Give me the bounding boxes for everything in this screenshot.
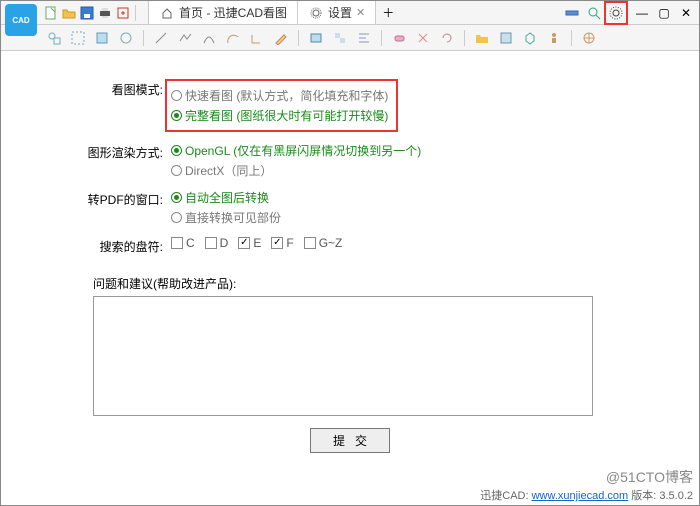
feedback-textarea[interactable]: [93, 296, 593, 416]
globe-icon[interactable]: [580, 29, 598, 47]
layer-icon[interactable]: [307, 29, 325, 47]
export-icon[interactable]: [115, 5, 131, 21]
rotate-icon[interactable]: [438, 29, 456, 47]
zoom-window-icon[interactable]: [45, 29, 63, 47]
drive-f[interactable]: F: [271, 236, 293, 250]
app-logo-icon: CAD: [5, 4, 37, 36]
eraser-icon[interactable]: [390, 29, 408, 47]
close-tab-icon[interactable]: ✕: [356, 6, 365, 19]
render-directx[interactable]: DirectX（同上）: [171, 162, 421, 179]
footer: 迅捷CAD: www.xunjiecad.com 版本: 3.5.0.2: [480, 487, 693, 503]
polyline-tool-icon[interactable]: [176, 29, 194, 47]
render-opengl[interactable]: OpenGL (仅在有黑屏闪屏情况切换到另一个): [171, 142, 421, 159]
toolbar: [1, 25, 699, 51]
tab-label: 设置: [328, 4, 352, 21]
gear-icon: [308, 5, 324, 21]
add-tab-icon[interactable]: ＋: [380, 5, 396, 21]
tab-home[interactable]: 首页 - 迅捷CAD看图: [148, 1, 298, 24]
zoom-1to1-icon[interactable]: [117, 29, 135, 47]
pdf-label: 转PDF的窗口:: [41, 189, 171, 208]
view-mode-fast[interactable]: 快速看图 (默认方式，简化填充和字体): [171, 87, 388, 104]
home-icon: [159, 5, 175, 21]
ruler-icon[interactable]: [563, 4, 581, 22]
pdf-auto[interactable]: 自动全图后转换: [171, 189, 281, 206]
tabstrip: 首页 - 迅捷CAD看图 设置 ✕ ＋: [148, 1, 561, 24]
drive-e[interactable]: E: [238, 236, 261, 250]
pdf-visible[interactable]: 直接转换可见部份: [171, 209, 281, 226]
view-mode-full[interactable]: 完整看图 (图纸很大时有可能打开较慢): [171, 107, 388, 124]
watermark: @51CTO博客: [606, 467, 693, 487]
cut-icon[interactable]: [414, 29, 432, 47]
align-icon[interactable]: [355, 29, 373, 47]
close-window-icon[interactable]: ✕: [677, 4, 695, 22]
view-mode-highlight: 快速看图 (默认方式，简化填充和字体) 完整看图 (图纸很大时有可能打开较慢): [165, 79, 398, 132]
minimize-icon[interactable]: —: [633, 4, 651, 22]
footer-link[interactable]: www.xunjiecad.com: [532, 490, 629, 502]
blocks-icon[interactable]: [331, 29, 349, 47]
figure-icon[interactable]: [545, 29, 563, 47]
tab-settings[interactable]: 设置 ✕: [298, 1, 376, 24]
folder-icon[interactable]: [473, 29, 491, 47]
zoom-extent-icon[interactable]: [93, 29, 111, 47]
print-icon[interactable]: [97, 5, 113, 21]
save-icon[interactable]: [79, 5, 95, 21]
3d-icon[interactable]: [521, 29, 539, 47]
open-folder-icon[interactable]: [61, 5, 77, 21]
line-tool-icon[interactable]: [152, 29, 170, 47]
drives-label: 搜索的盘符:: [41, 236, 171, 255]
drive-c[interactable]: C: [171, 236, 195, 250]
maximize-icon[interactable]: ▢: [655, 4, 673, 22]
feedback-label: 问题和建议(帮助改进产品):: [93, 275, 659, 292]
tab-label: 首页 - 迅捷CAD看图: [179, 4, 287, 21]
settings-gear-icon[interactable]: [607, 4, 625, 22]
angle-tool-icon[interactable]: [248, 29, 266, 47]
zoom-region-icon[interactable]: [69, 29, 87, 47]
settings-panel: 看图模式: 快速看图 (默认方式，简化填充和字体) 完整看图 (图纸很大时有可能…: [1, 51, 699, 505]
submit-button[interactable]: 提交: [310, 428, 390, 453]
new-file-icon[interactable]: [43, 5, 59, 21]
magnify-icon[interactable]: [585, 4, 603, 22]
export-dwg-icon[interactable]: [497, 29, 515, 47]
titlebar: 首页 - 迅捷CAD看图 设置 ✕ ＋ — ▢ ✕: [1, 1, 699, 25]
render-label: 图形渲染方式:: [41, 142, 171, 161]
arc-tool-icon[interactable]: [224, 29, 242, 47]
drive-d[interactable]: D: [205, 236, 229, 250]
view-mode-label: 看图模式:: [41, 79, 171, 98]
curve-tool-icon[interactable]: [200, 29, 218, 47]
drive-gz[interactable]: G~Z: [304, 236, 343, 250]
pencil-icon[interactable]: [272, 29, 290, 47]
